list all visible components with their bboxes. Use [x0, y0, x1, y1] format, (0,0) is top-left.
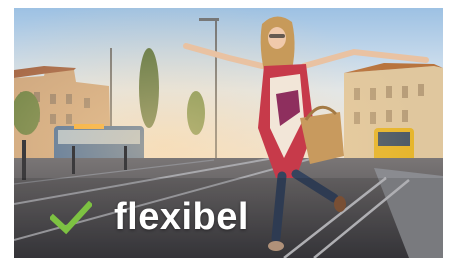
- photo-frame: flexibel: [14, 8, 443, 258]
- caption: flexibel: [50, 196, 249, 239]
- caption-text: flexibel: [114, 196, 249, 238]
- green-checkmark-icon: [50, 200, 92, 234]
